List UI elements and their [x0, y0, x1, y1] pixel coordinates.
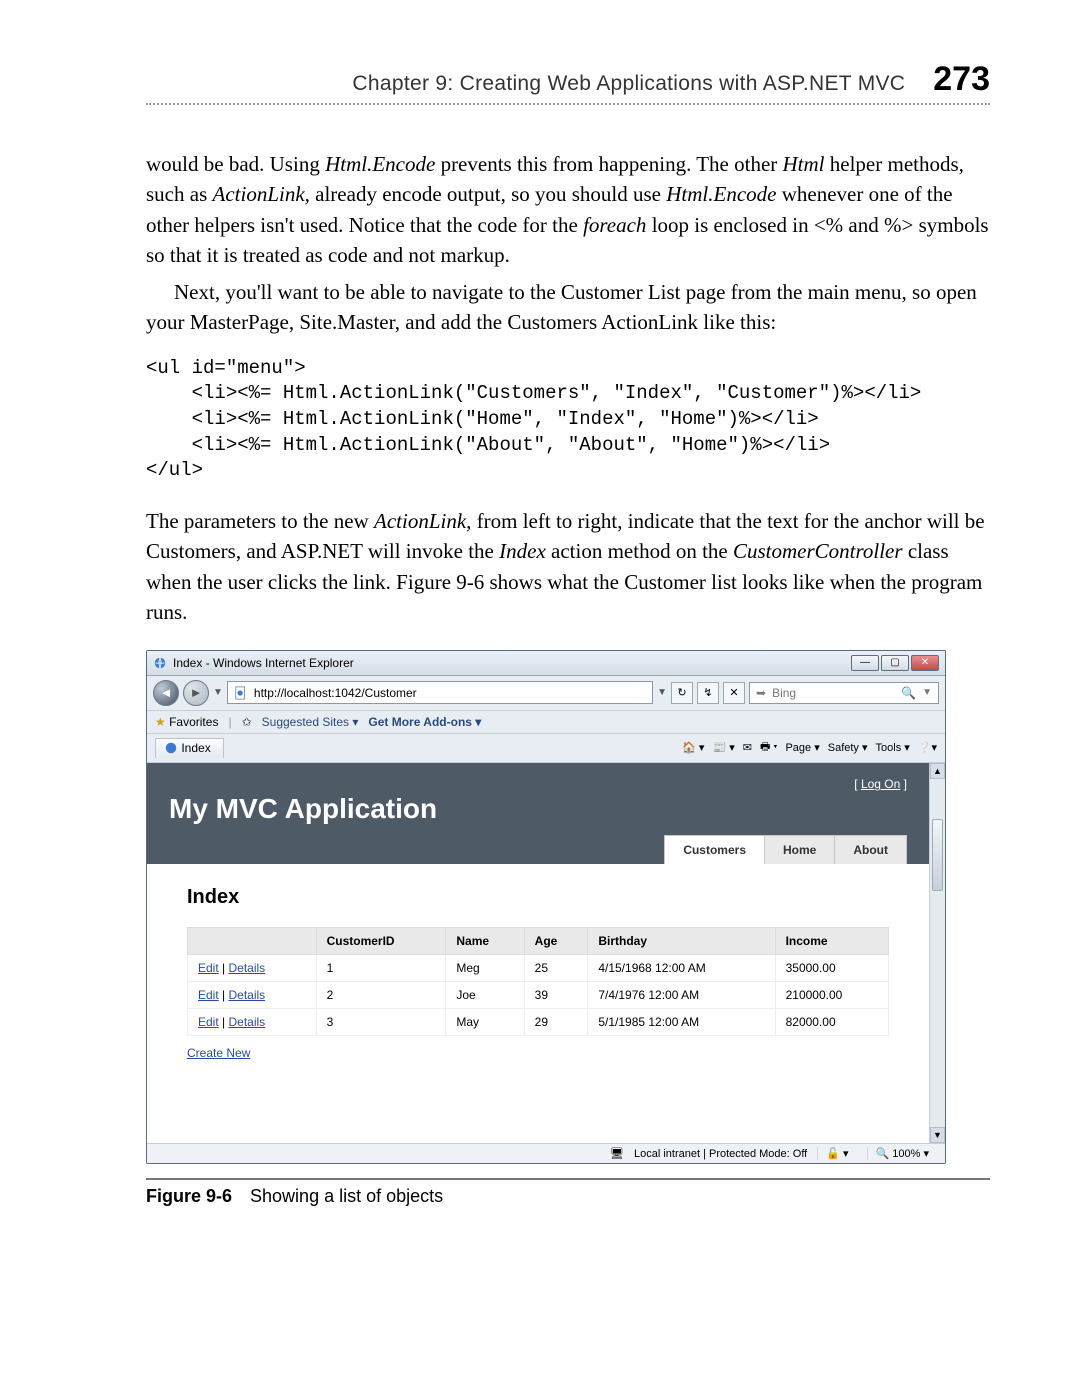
favorites-bar: Favorites | ✩ Suggested Sites ▾ Get More…: [147, 711, 945, 734]
cell-income: 82000.00: [775, 1009, 888, 1036]
cell-income: 35000.00: [775, 955, 888, 982]
app-title: My MVC Application: [169, 793, 907, 825]
col-age: Age: [524, 928, 588, 955]
app-header: [ Log On ] My MVC Application CustomersH…: [147, 763, 929, 864]
details-link[interactable]: Details: [228, 988, 265, 1002]
tab-customers[interactable]: Customers: [664, 835, 765, 864]
figure-caption: Figure 9-6 Showing a list of objects: [146, 1178, 990, 1207]
browser-window: Index - Windows Internet Explorer — ▢ ✕ …: [146, 650, 946, 1165]
scroll-down-icon[interactable]: ▼: [930, 1127, 945, 1143]
page-number: 273: [933, 60, 990, 99]
cell-income: 210000.00: [775, 982, 888, 1009]
help-icon[interactable]: ❔▾: [918, 741, 937, 754]
url-text: http://localhost:1042/Customer: [254, 686, 417, 700]
table-row: Edit | Details3May295/1/1985 12:00 AM820…: [188, 1009, 889, 1036]
print-icon[interactable]: 🖶 ▾: [760, 738, 778, 757]
home-icon[interactable]: 🏠 ▾: [682, 741, 704, 754]
protected-mode-icon[interactable]: 🔓 ▾: [817, 1147, 856, 1160]
chevron-down-icon[interactable]: ▼: [922, 687, 932, 698]
tab-home[interactable]: Home: [764, 835, 835, 864]
tab-about[interactable]: About: [834, 835, 907, 864]
cell-id: 2: [316, 982, 446, 1009]
details-link[interactable]: Details: [228, 961, 265, 975]
details-link[interactable]: Details: [228, 1015, 265, 1029]
edit-link[interactable]: Edit: [198, 988, 219, 1002]
cell-name: Joe: [446, 982, 524, 1009]
favorites-add-icon[interactable]: ✩: [242, 715, 252, 729]
safety-menu[interactable]: Safety ▾: [828, 741, 868, 754]
table-row: Edit | Details1Meg254/15/1968 12:00 AM35…: [188, 955, 889, 982]
body-paragraph: Next, you'll want to be able to navigate…: [146, 277, 990, 338]
table-row: Edit | Details2Joe397/4/1976 12:00 AM210…: [188, 982, 889, 1009]
ie-page-icon: [234, 685, 248, 700]
window-title: Index - Windows Internet Explorer: [173, 656, 851, 670]
cell-name: May: [446, 1009, 524, 1036]
url-field[interactable]: http://localhost:1042/Customer: [227, 681, 653, 704]
ie-icon: [153, 655, 167, 670]
cell-age: 25: [524, 955, 588, 982]
tools-menu[interactable]: Tools ▾: [876, 741, 910, 754]
security-zone: Local intranet | Protected Mode: Off: [634, 1148, 807, 1160]
vertical-scrollbar[interactable]: ▲ ▼: [929, 763, 945, 1143]
ie-page-icon: [164, 741, 178, 755]
refresh-go-button[interactable]: ↯: [697, 682, 719, 704]
tab-label: Index: [181, 741, 210, 755]
zoom-control[interactable]: 🔍 100% ▾: [867, 1147, 937, 1160]
col-birthday: Birthday: [588, 928, 775, 955]
cell-id: 1: [316, 955, 446, 982]
zone-icon: 🖥: [610, 1147, 624, 1160]
favorites-label[interactable]: Favorites: [155, 715, 218, 729]
chevron-down-icon[interactable]: ▼: [213, 687, 223, 698]
cell-birthday: 4/15/1968 12:00 AM: [588, 955, 775, 982]
window-titlebar[interactable]: Index - Windows Internet Explorer — ▢ ✕: [147, 651, 945, 676]
cell-age: 39: [524, 982, 588, 1009]
stop-button[interactable]: ✕: [723, 682, 745, 704]
cell-birthday: 7/4/1976 12:00 AM: [588, 982, 775, 1009]
logon-link[interactable]: Log On: [861, 777, 900, 791]
tab-bar: Index 🏠 ▾ 📰 ▾ ✉ 🖶 ▾ Page ▾ Safety ▾ Tool…: [147, 734, 945, 764]
search-placeholder: Bing: [772, 686, 796, 700]
bing-icon: ➥: [756, 686, 766, 700]
back-button[interactable]: ◄: [153, 680, 179, 706]
mail-icon[interactable]: ✉: [743, 741, 752, 754]
code-block: <ul id="menu"> <li><%= Html.ActionLink("…: [146, 356, 990, 484]
chevron-down-icon[interactable]: ▼: [657, 687, 667, 698]
cell-birthday: 5/1/1985 12:00 AM: [588, 1009, 775, 1036]
body-paragraph: would be bad. Using Html.Encode prevents…: [146, 149, 990, 271]
chapter-title: Chapter 9: Creating Web Applications wit…: [352, 72, 905, 96]
scroll-up-icon[interactable]: ▲: [930, 763, 945, 779]
col-id: CustomerID: [316, 928, 446, 955]
running-header: Chapter 9: Creating Web Applications wit…: [146, 60, 990, 105]
close-button[interactable]: ✕: [911, 655, 939, 671]
body-paragraph: The parameters to the new ActionLink, fr…: [146, 506, 990, 628]
figure-text: Showing a list of objects: [250, 1186, 443, 1207]
address-bar: ◄ ► ▼ http://localhost:1042/Customer ▼ ↻…: [147, 676, 945, 711]
edit-link[interactable]: Edit: [198, 1015, 219, 1029]
page-heading: Index: [187, 886, 889, 909]
maximize-button[interactable]: ▢: [881, 655, 909, 671]
scroll-thumb[interactable]: [930, 779, 945, 1127]
figure-label: Figure 9-6: [146, 1186, 232, 1207]
status-bar: 🖥 Local intranet | Protected Mode: Off 🔓…: [147, 1143, 945, 1163]
col-name: Name: [446, 928, 524, 955]
minimize-button[interactable]: —: [851, 655, 879, 671]
get-addons-link[interactable]: Get More Add-ons ▾: [368, 715, 481, 729]
customer-table: CustomerID Name Age Birthday Income Edit…: [187, 927, 889, 1036]
cell-id: 3: [316, 1009, 446, 1036]
refresh-button[interactable]: ↻: [671, 682, 693, 704]
col-income: Income: [775, 928, 888, 955]
logon-area: [ Log On ]: [169, 777, 907, 791]
edit-link[interactable]: Edit: [198, 961, 219, 975]
cell-name: Meg: [446, 955, 524, 982]
create-new-link[interactable]: Create New: [187, 1046, 250, 1060]
feeds-icon[interactable]: 📰 ▾: [712, 741, 734, 754]
page-menu[interactable]: Page ▾: [785, 741, 819, 754]
cell-age: 29: [524, 1009, 588, 1036]
search-field[interactable]: ➥ Bing 🔍 ▼: [749, 682, 939, 704]
col-actions: [188, 928, 317, 955]
browser-tab-index[interactable]: Index: [155, 738, 224, 759]
suggested-sites-link[interactable]: Suggested Sites ▾: [262, 715, 359, 729]
search-go-icon[interactable]: 🔍: [901, 686, 916, 700]
forward-button[interactable]: ►: [183, 680, 209, 706]
